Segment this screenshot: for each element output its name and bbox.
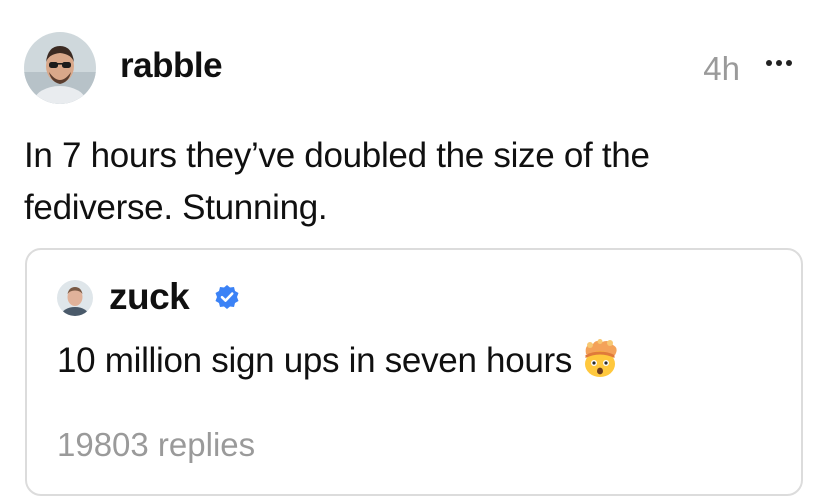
profile-photo-icon [24,32,96,104]
quoted-post-card[interactable]: zuck 10 million sign ups in seven hours [25,248,803,496]
post-username[interactable]: rabble [120,46,223,86]
exploding-head-emoji-icon [580,339,620,379]
quoted-text: 10 million sign ups in seven hours [57,341,573,380]
more-options-icon[interactable] [764,56,794,68]
verified-badge-icon [214,284,240,310]
quoted-username[interactable]: zuck [109,276,190,318]
quoted-text-line: 10 million sign ups in seven hours [57,338,620,384]
post: rabble 4h In 7 hours they’ve doubled the… [0,0,828,499]
post-timestamp: 4h [703,50,740,87]
profile-photo-icon [57,280,93,316]
avatar[interactable] [24,32,96,104]
post-text: In 7 hours they’ve doubled the size of t… [24,136,650,227]
replies-count[interactable]: 19803 replies [57,426,255,464]
quoted-avatar[interactable] [57,280,93,316]
